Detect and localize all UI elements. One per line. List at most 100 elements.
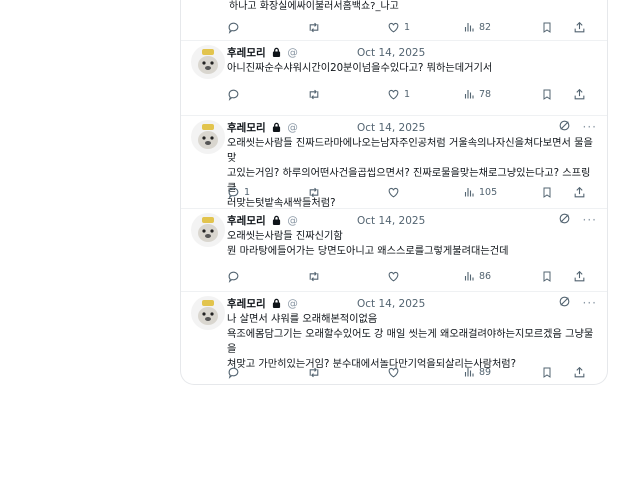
- lock-icon: [272, 122, 281, 132]
- heart-icon: [388, 367, 399, 378]
- retweet-button[interactable]: [307, 21, 321, 34]
- grok-icon[interactable]: [558, 295, 571, 308]
- bookmark-icon: [543, 367, 551, 378]
- retweet-icon: [309, 89, 319, 100]
- tweet-line: 아니진짜순수샤워시간이20분이넘을수있다고? 뭐하는데거기서: [227, 63, 493, 74]
- avatar[interactable]: [191, 45, 225, 79]
- timestamp[interactable]: Oct 14, 2025: [357, 214, 425, 228]
- timestamp[interactable]: Oct 14, 2025: [357, 46, 425, 60]
- views-button[interactable]: 89: [463, 366, 491, 378]
- tweet[interactable]: 후레모리 @ Oct 14, 2025 아니진짜순수샤워시간이20분이넘을수있다…: [181, 41, 607, 116]
- lock-icon: [272, 298, 281, 308]
- reply-button[interactable]: [227, 366, 244, 379]
- display-name[interactable]: 후레모리: [227, 298, 266, 310]
- at-symbol: @: [287, 122, 298, 134]
- tweet-fragment[interactable]: 하나고 화장실에싸이불러서홈백쇼?_나고 1 82: [181, 0, 607, 41]
- action-bar: 1 105: [227, 186, 597, 202]
- views-count: 105: [479, 186, 498, 198]
- like-count: 1: [404, 22, 411, 33]
- reply-button[interactable]: [227, 21, 240, 34]
- more-icon[interactable]: ···: [583, 296, 597, 310]
- views-count: 82: [479, 21, 492, 33]
- like-button[interactable]: 1: [387, 88, 410, 101]
- lock-icon: [272, 215, 281, 225]
- bookmark-button[interactable]: [541, 88, 553, 101]
- tweet-line: 오래씻는사람들 진짜신기함: [227, 231, 343, 242]
- share-button[interactable]: [573, 21, 586, 34]
- retweet-icon: [309, 22, 319, 33]
- reply-icon: [228, 89, 239, 101]
- tweet[interactable]: 후레모리 @ Oct 14, 2025 ··· 오래씻는사람들 진짜드라마에나오…: [181, 116, 607, 209]
- bookmark-icon: [543, 22, 551, 33]
- views-button[interactable]: 86: [463, 270, 491, 282]
- reply-count: 1: [244, 187, 251, 198]
- heart-icon: [388, 22, 399, 33]
- action-bar: 86: [227, 270, 597, 286]
- share-icon: [574, 270, 585, 282]
- heart-icon: [388, 89, 399, 100]
- reply-button[interactable]: [227, 88, 244, 101]
- views-button[interactable]: 78: [463, 88, 491, 100]
- reply-icon: [228, 271, 239, 283]
- tweet[interactable]: 후레모리 @ Oct 14, 2025 ··· 오래씻는사람들 진짜신기함 뭔 …: [181, 209, 607, 292]
- views-icon: [464, 188, 474, 197]
- retweet-button[interactable]: [307, 88, 321, 101]
- tweet-text: 아니진짜순수샤워시간이20분이넘을수있다고? 뭐하는데거기서: [227, 61, 597, 76]
- bookmark-button[interactable]: [541, 270, 553, 283]
- bookmark-icon: [543, 89, 551, 100]
- display-name[interactable]: 후레모리: [227, 122, 266, 134]
- retweet-button[interactable]: [307, 366, 321, 379]
- share-button[interactable]: [573, 186, 586, 199]
- action-bar: 89: [227, 366, 597, 382]
- views-count: 86: [479, 270, 492, 282]
- more-icon[interactable]: ···: [583, 120, 597, 134]
- tweet[interactable]: 후레모리 @ Oct 14, 2025 ··· 나 살면서 샤워를 오래해본적이…: [181, 292, 607, 384]
- like-button[interactable]: [387, 366, 404, 379]
- retweet-icon: [309, 271, 319, 282]
- like-button[interactable]: [387, 270, 404, 283]
- share-icon: [574, 88, 585, 100]
- reply-button[interactable]: [227, 270, 244, 283]
- bookmark-button[interactable]: [541, 21, 553, 34]
- at-symbol: @: [287, 47, 298, 59]
- tweet-header: 후레모리 @: [227, 297, 298, 311]
- tweet-line: 오래씻는사람들 진짜드라마에나오는남자주인공처럼 거울속의나자신을쳐다보면서 물…: [227, 138, 593, 164]
- display-name[interactable]: 후레모리: [227, 47, 266, 59]
- share-icon: [574, 186, 585, 198]
- grok-icon[interactable]: [558, 212, 571, 225]
- tweet-text: 나 살면서 샤워를 오래해본적이없음 욕조에몸담그기는 오래할수있어도 강 매일…: [227, 312, 597, 372]
- like-button[interactable]: [387, 186, 404, 199]
- heart-icon: [388, 271, 399, 282]
- grok-icon[interactable]: [558, 119, 571, 132]
- tweet-header: 후레모리 @: [227, 214, 298, 228]
- bookmark-icon: [543, 271, 551, 282]
- tweet-text: 오래씻는사람들 진짜신기함 뭔 마라탕에들어가는 당면도아니고 왜스스로를그렇게…: [227, 229, 597, 259]
- tweet-header: 후레모리 @: [227, 121, 298, 135]
- retweet-button[interactable]: [307, 186, 321, 199]
- share-button[interactable]: [573, 270, 586, 283]
- views-button[interactable]: 105: [463, 186, 497, 198]
- heart-icon: [388, 187, 399, 198]
- action-bar: 1 78: [227, 88, 597, 104]
- views-count: 78: [479, 88, 492, 100]
- tweet-line: 뭔 마라탕에들어가는 당면도아니고 왜스스로를그렇게불려대는건데: [227, 246, 509, 257]
- views-button[interactable]: 82: [463, 21, 491, 33]
- avatar[interactable]: [191, 296, 225, 330]
- bookmark-button[interactable]: [541, 366, 553, 379]
- timestamp[interactable]: Oct 14, 2025: [357, 297, 425, 311]
- like-button[interactable]: 1: [387, 21, 410, 34]
- share-button[interactable]: [573, 366, 586, 379]
- retweet-button[interactable]: [307, 270, 321, 283]
- reply-button[interactable]: 1: [227, 186, 250, 199]
- tweet-header: 후레모리 @: [227, 46, 298, 60]
- more-icon[interactable]: ···: [583, 213, 597, 227]
- lock-icon: [272, 47, 281, 57]
- display-name[interactable]: 후레모리: [227, 215, 266, 227]
- avatar[interactable]: [191, 120, 225, 154]
- avatar[interactable]: [191, 213, 225, 247]
- reply-icon: [228, 22, 239, 34]
- bookmark-button[interactable]: [541, 186, 553, 199]
- views-icon: [464, 272, 474, 281]
- timestamp[interactable]: Oct 14, 2025: [357, 121, 425, 135]
- share-button[interactable]: [573, 88, 586, 101]
